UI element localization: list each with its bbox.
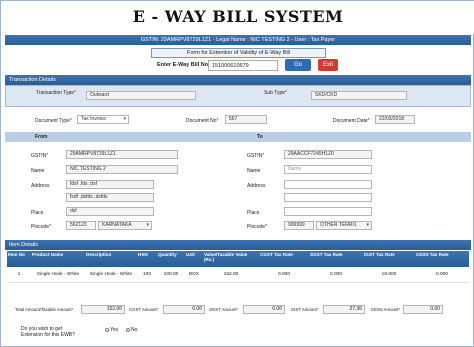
igst-amount-field[interactable]: 27.36 (323, 305, 365, 314)
from-gstin-field[interactable]: 29AMRPV8729L1Z1 (66, 150, 178, 159)
to-address-line1[interactable] (284, 180, 372, 189)
exit-button[interactable]: Exit (318, 59, 338, 71)
igst-amount-label: IGST Amount* (291, 307, 319, 312)
table-row: 1 Single Hook - White Single Hook - Whit… (7, 267, 469, 283)
col-quantity: Quantity (157, 251, 185, 267)
cell-value: 152.00 (203, 267, 259, 283)
to-place-label: Place (247, 210, 260, 216)
col-unit: Unit (185, 251, 203, 267)
cell-quantity: 100.00 (157, 267, 185, 283)
to-gstin-label: GSTIN* (247, 153, 265, 159)
transaction-type-label: Transaction Type* (36, 90, 77, 96)
extension-no-option[interactable]: No (126, 327, 137, 333)
from-name-label: Name (31, 168, 45, 174)
to-place-field[interactable] (284, 207, 372, 216)
ewb-number-label: Enter E-Way Bill No: (157, 62, 210, 68)
document-date-label: Document Date* (333, 118, 370, 124)
from-place-field[interactable]: dsf (66, 207, 154, 216)
eway-bill-page: E - WAY BILL SYSTEM GSTIN: 29AMRPV8729L1… (0, 0, 474, 347)
user-info-bar: GSTIN: 29AMRPV8729L1Z1 - Legal Name : NI… (5, 35, 471, 45)
document-no-label: Document No* (186, 118, 219, 124)
to-state-select[interactable]: OTHER TERRI1 (316, 221, 372, 230)
from-place-label: Place (31, 210, 44, 216)
cell-description: Single Hook - White (85, 267, 137, 283)
to-gstin-field[interactable]: 29AACCF7245H1Z0 (284, 150, 372, 159)
to-address-line2[interactable] (284, 193, 372, 202)
no-label: No (131, 327, 138, 333)
sgst-amount-label: SGST Amount* (209, 307, 239, 312)
cell-sgst-rate: 0.000 (309, 267, 363, 283)
cgst-amount-label: CGST Amount* (129, 307, 159, 312)
extension-yes-option[interactable]: Yes (105, 327, 118, 333)
col-sgst-rate: SGST Tax Rate (309, 251, 363, 267)
app-title: E - WAY BILL SYSTEM (132, 7, 344, 26)
transaction-section-header: Transaction Details (5, 75, 471, 85)
from-pincode-field[interactable]: 562123 (66, 221, 96, 230)
transaction-type-field[interactable]: Outward (86, 91, 196, 100)
from-address-label: Address (31, 183, 50, 189)
transaction-type-panel: Transaction Type* Outward Sub Type* SKD/… (5, 85, 471, 107)
col-igst-rate: IGST Tax Rate (363, 251, 415, 267)
from-address-line2[interactable]: fsdf ,dsfds ,dsfds (66, 193, 154, 202)
extension-question: Do you wish to get Extension for this EW… (21, 326, 75, 338)
col-value: Value/Taxable Value (Rs.) (203, 251, 259, 267)
yes-label: Yes (110, 327, 119, 333)
col-item-no: Item No (7, 251, 31, 267)
from-to-header: From To (5, 132, 471, 142)
cell-cess-rate: 0.000 (415, 267, 469, 283)
form-title: Form for Extention of Validity of E-Way … (151, 48, 326, 58)
item-table: Item No Product Name Description HSN Qua… (7, 251, 469, 283)
cell-unit: BOX (185, 267, 203, 283)
sub-type-label: Sub Type* (264, 90, 287, 96)
document-type-label: Document Type* (35, 118, 72, 124)
sgst-amount-field[interactable]: 0.00 (243, 305, 285, 314)
item-section-header: Item Details (5, 240, 471, 250)
from-state-select[interactable]: KARNATAKA (98, 221, 152, 230)
cell-item-no: 1 (7, 267, 31, 283)
col-product-name: Product Name (31, 251, 85, 267)
from-pincode-label: Pincode* (31, 224, 52, 230)
cess-amount-label: CESS Amount* (371, 307, 401, 312)
col-cess-rate: CESS Tax Rate (415, 251, 469, 267)
col-description: Description (85, 251, 137, 267)
header-banner: E - WAY BILL SYSTEM (1, 1, 474, 34)
from-address-line1[interactable]: fdsf ,fds ,dsf (66, 180, 154, 189)
to-pincode-field[interactable]: 999999 (284, 221, 314, 230)
to-address-label: Address (247, 183, 266, 189)
document-type-select[interactable]: Tax Invoice (77, 115, 129, 124)
document-date-field[interactable]: 22/03/2018 (375, 115, 415, 124)
col-hsn: HSN (137, 251, 157, 267)
document-no-field[interactable]: 567 (225, 115, 267, 124)
to-name-label: Name (247, 168, 261, 174)
from-name-field[interactable]: NIC TESTING 2 (66, 165, 178, 174)
to-heading: To (257, 134, 263, 140)
from-gstin-label: GSTIN* (31, 153, 49, 159)
sub-type-field[interactable]: SKD/CKD (311, 91, 407, 100)
from-heading: From (35, 134, 48, 140)
yes-radio[interactable] (105, 327, 109, 332)
cell-cgst-rate: 0.000 (259, 267, 309, 283)
cgst-amount-field[interactable]: 0.00 (163, 305, 205, 314)
cell-product-name: Single Hook - White (31, 267, 85, 283)
total-amount-field[interactable]: 152.00 (81, 305, 125, 314)
cell-hsn: 100 (137, 267, 157, 283)
cell-igst-rate: 18.000 (363, 267, 415, 283)
col-cgst-rate: CGST Tax Rate (259, 251, 309, 267)
extension-question-line2: Extension for this EWB? (21, 332, 75, 338)
no-radio[interactable] (126, 327, 130, 332)
to-name-field[interactable]: Name (284, 165, 372, 174)
to-pincode-label: Pincode* (247, 224, 268, 230)
total-amount-label: Total Amount/Taxable Amount* (15, 307, 74, 312)
ewb-number-input[interactable]: 151000610679 (208, 60, 278, 71)
go-button[interactable]: Go (285, 59, 311, 71)
item-table-header-row: Item No Product Name Description HSN Qua… (7, 251, 469, 267)
cess-amount-field[interactable]: 0.00 (403, 305, 443, 314)
